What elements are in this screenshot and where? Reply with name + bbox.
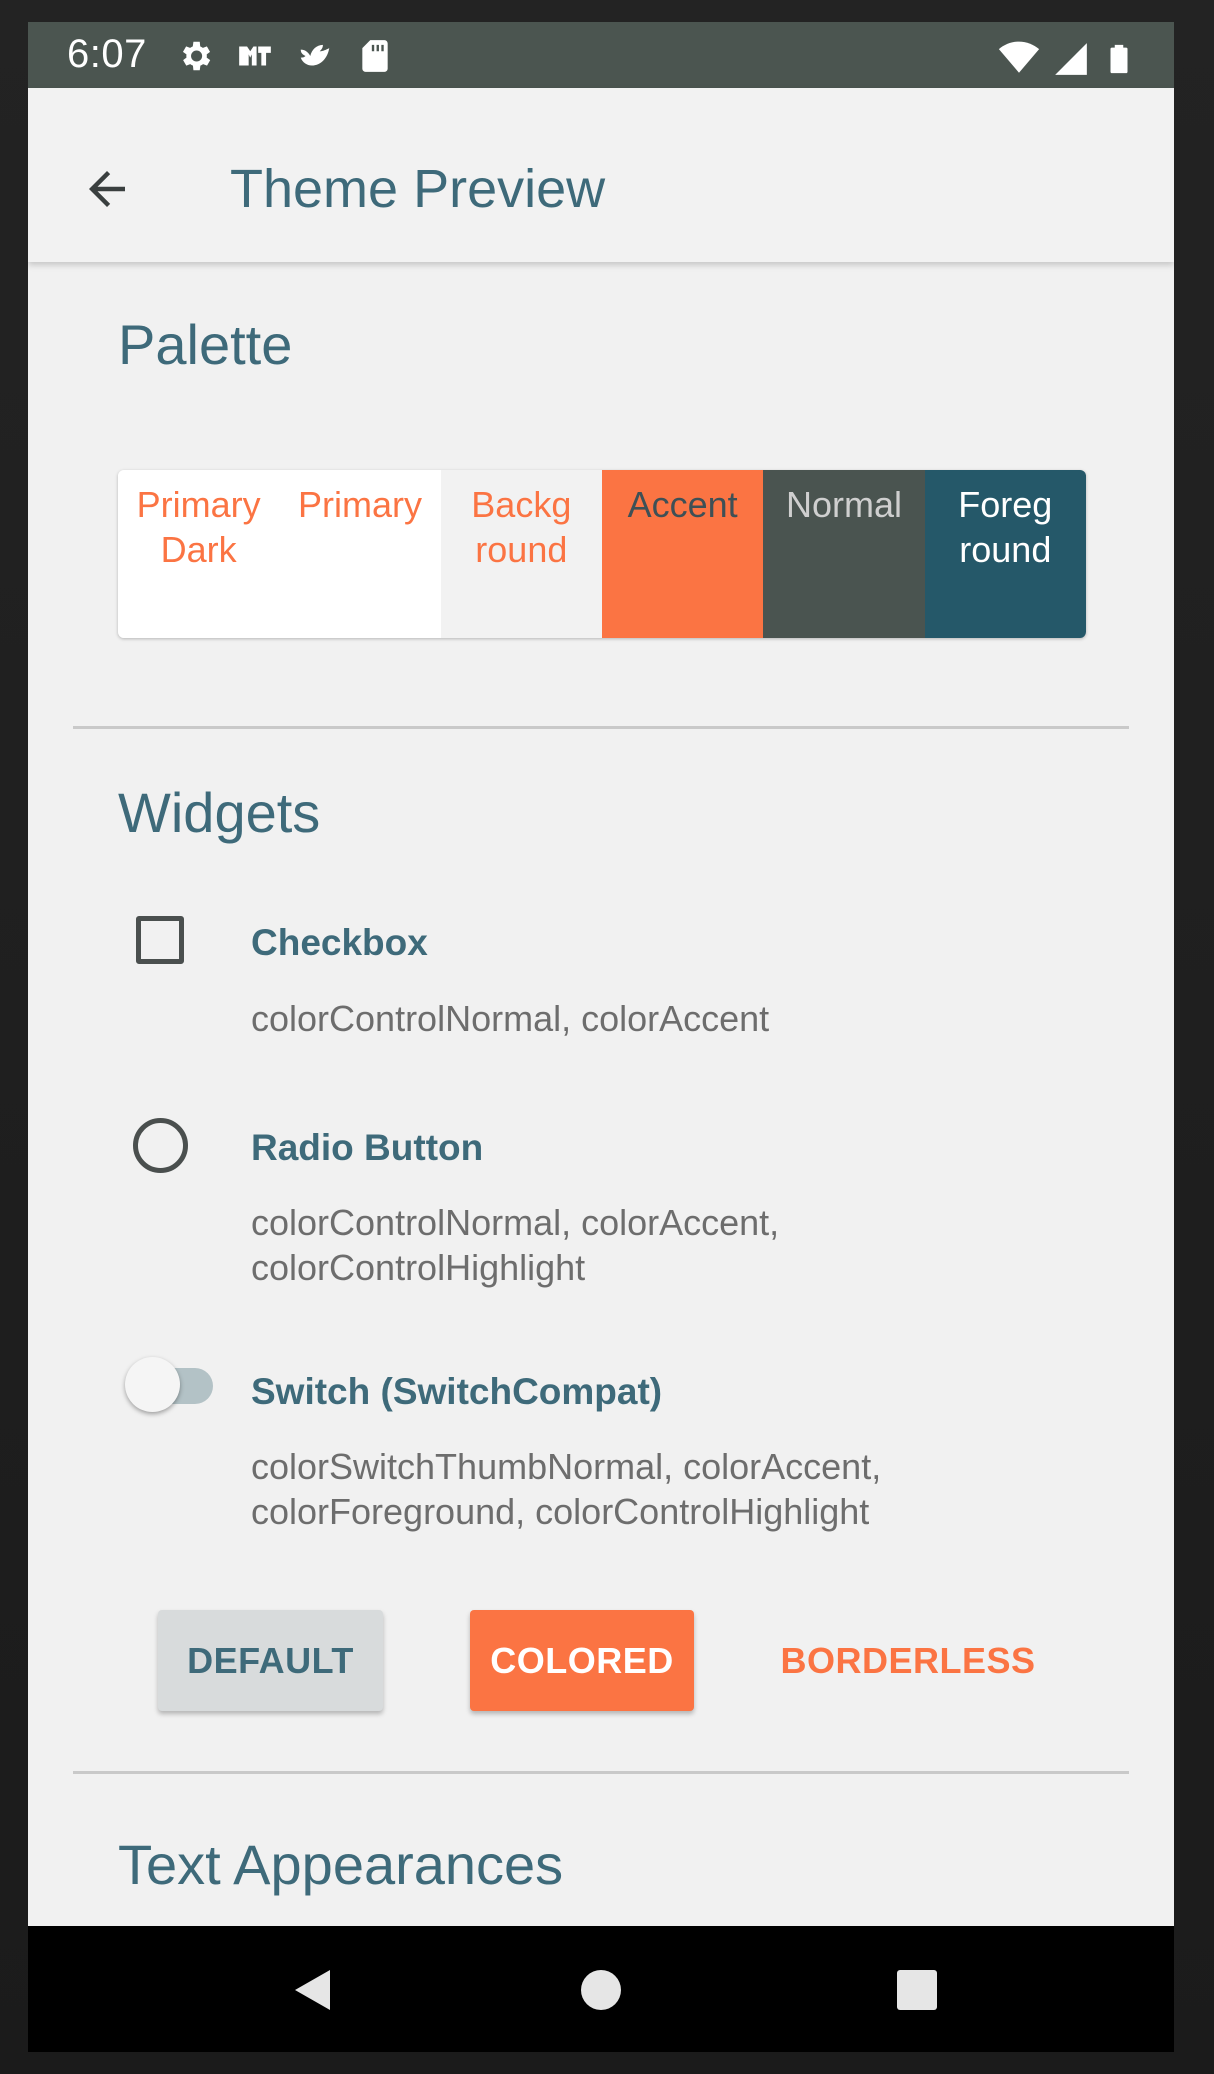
back-triangle-icon[interactable]: [250, 1926, 370, 2052]
home-circle-icon[interactable]: [541, 1926, 661, 2052]
swatch-label: Accent: [627, 484, 738, 525]
colored-button[interactable]: COLORED: [470, 1610, 694, 1711]
cell-signal-icon: [1055, 43, 1087, 75]
section-divider: [73, 1771, 1129, 1774]
default-button[interactable]: DEFAULT: [158, 1610, 383, 1711]
navigation-bar: [28, 1926, 1174, 2052]
switch-thumb[interactable]: [125, 1357, 180, 1412]
swatch-foreground: Foreg round: [924, 470, 1086, 638]
wifi-icon: [998, 41, 1040, 73]
page-title: Theme Preview: [230, 159, 606, 219]
swatch-label: Backg round: [471, 484, 572, 570]
section-divider: [73, 726, 1129, 729]
radio-button[interactable]: [133, 1118, 188, 1173]
bird-notification-icon: [300, 44, 330, 66]
status-bar: 6:07: [28, 22, 1174, 88]
checkbox-description: colorControlNormal, colorAccent: [251, 998, 770, 1039]
screen: 6:07 Theme Preview Palette Primary Dark …: [28, 22, 1174, 2052]
recents-square-icon[interactable]: [857, 1926, 977, 2052]
switch-description-line1: colorSwitchThumbNormal, colorAccent,: [251, 1446, 882, 1487]
borderless-button[interactable]: BORDERLESS: [768, 1610, 1048, 1711]
palette-swatches: Primary Dark Primary Backg round Accent …: [118, 470, 1086, 638]
radio-button-label: Radio Button: [251, 1127, 484, 1168]
swatch-primary-dark: Primary Dark: [118, 470, 280, 638]
swatch-accent: Accent: [601, 470, 764, 638]
switch-description-line2: colorForeground, colorControlHighlight: [251, 1491, 870, 1532]
swatch-background: Backg round: [440, 470, 602, 638]
battery-icon: [1110, 44, 1128, 74]
app-bar: Theme Preview: [28, 88, 1174, 262]
switch-label: Switch (SwitchCompat): [251, 1371, 663, 1412]
swatch-primary: Primary: [279, 470, 441, 638]
text-appearances-heading: Text Appearances: [118, 1833, 564, 1896]
device-frame: 6:07 Theme Preview Palette Primary Dark …: [0, 0, 1214, 2074]
arrow-left-icon[interactable]: [80, 162, 134, 216]
settings-gear-icon: [182, 41, 211, 71]
palette-heading: Palette: [118, 313, 293, 376]
radio-description-line2: colorControlHighlight: [251, 1247, 586, 1288]
swatch-normal: Normal: [763, 470, 925, 638]
checkbox[interactable]: [136, 916, 184, 964]
checkbox-label: Checkbox: [251, 922, 428, 963]
status-icons-right: [998, 36, 1136, 78]
status-time: 6:07: [67, 32, 147, 76]
status-icons-left: [176, 37, 394, 75]
swatch-label: Normal: [785, 484, 902, 525]
swatch-label: Foreg round: [958, 484, 1053, 570]
sd-card-icon: [362, 40, 388, 72]
radio-description-line1: colorControlNormal, colorAccent,: [251, 1202, 780, 1243]
swatch-label: Primary: [297, 484, 422, 525]
swatch-label: Primary Dark: [136, 484, 261, 570]
app-notification-icon: [239, 46, 271, 66]
widgets-heading: Widgets: [118, 781, 321, 844]
